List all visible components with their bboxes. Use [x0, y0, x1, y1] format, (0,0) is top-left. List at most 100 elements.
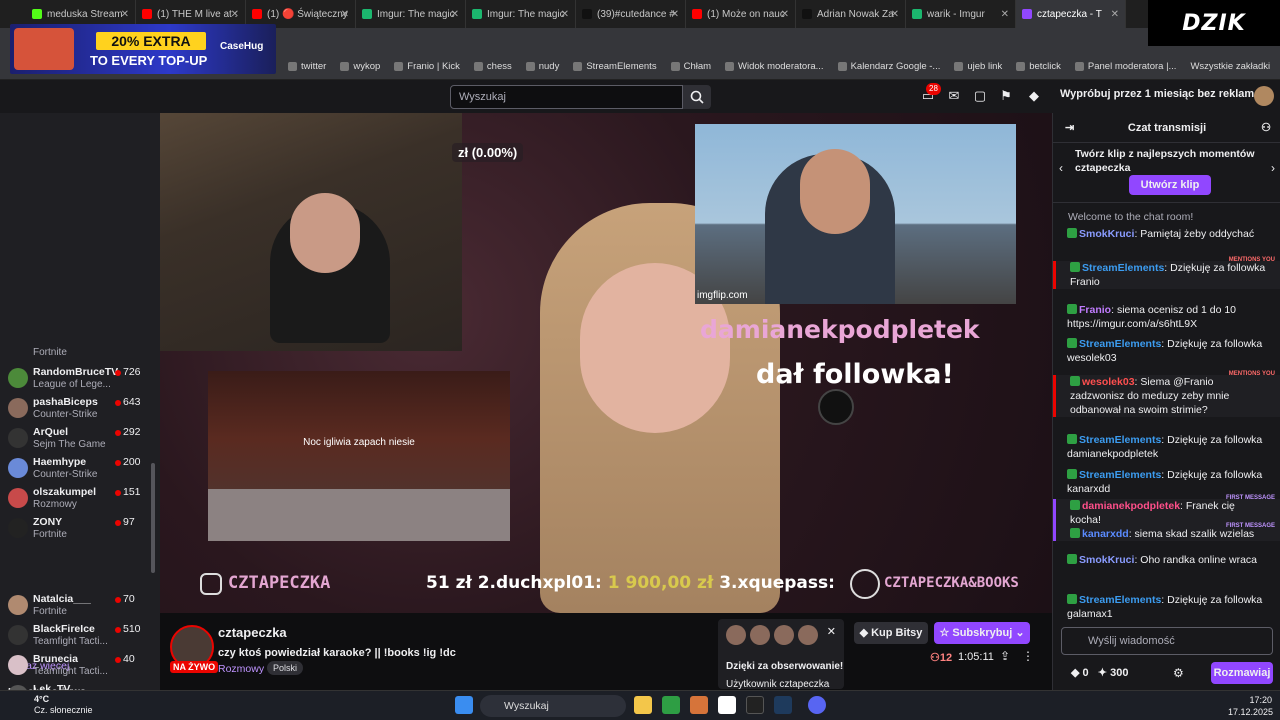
bookmark-item[interactable]: Widok moderatora...	[725, 61, 824, 72]
bookmark-item[interactable]: betclick	[1016, 61, 1061, 72]
sidebar-channel-name: Natalcia___	[33, 593, 91, 605]
chat-username[interactable]: SmokKruci	[1079, 228, 1134, 240]
bookmark-item[interactable]: wykop	[340, 61, 380, 72]
epic-games-icon[interactable]	[746, 696, 764, 714]
taskbar-search[interactable]: Wyszukaj	[480, 695, 626, 717]
browser-tab[interactable]: cztapeczka - T ✕	[1016, 0, 1126, 28]
sidebar-channel[interactable]: ZONY Fortnite 97	[0, 515, 160, 545]
chat-message[interactable]: StreamElements: Dziękuję za followka gal…	[1053, 593, 1280, 621]
system-clock[interactable]: 17:20 17.12.2025	[1228, 694, 1273, 718]
sidebar-channel[interactable]: BlackFireIce Teamfight Tacti... 510	[0, 622, 160, 652]
bookmark-item[interactable]: Franio | Kick	[394, 61, 460, 72]
close-tab-icon[interactable]: ✕	[121, 9, 129, 20]
close-tab-icon[interactable]: ✕	[231, 9, 239, 20]
close-tab-icon[interactable]: ✕	[561, 9, 569, 20]
file-explorer-icon[interactable]	[634, 696, 652, 714]
close-tab-icon[interactable]: ✕	[1001, 9, 1009, 20]
close-tab-icon[interactable]: ✕	[891, 9, 899, 20]
sidebar-channel[interactable]: RandomBruceTV League of Lege... 726	[0, 365, 160, 395]
drops-icon[interactable]: ⚑	[998, 88, 1014, 104]
create-clip-button[interactable]: Utwórz klip	[1129, 175, 1211, 195]
chevron-left-icon[interactable]: ‹	[1059, 161, 1063, 175]
collapse-icon[interactable]: ⇥	[1065, 113, 1074, 143]
share-icon[interactable]: ⇪	[1000, 649, 1010, 663]
all-bookmarks-button[interactable]: Wszystkie zakładki	[1190, 61, 1270, 72]
browser-tab[interactable]: (1) Może on nauc ✕	[686, 0, 796, 28]
crown-icon[interactable]: ◆	[1026, 88, 1042, 104]
casehug-ad-overlay[interactable]: 20% EXTRA TO EVERY TOP-UP CaseHug	[10, 24, 276, 74]
close-tab-icon[interactable]: ✕	[671, 9, 679, 20]
close-tab-icon[interactable]: ✕	[1111, 9, 1119, 20]
chat-username[interactable]: SmokKruci	[1079, 554, 1134, 566]
chat-message[interactable]: SmokKruci: Oho randka online wraca	[1053, 553, 1280, 567]
search-input[interactable]: Wyszukaj	[450, 85, 683, 109]
sidebar-channel[interactable]: Haemhype Counter-Strike 200	[0, 455, 160, 485]
weather-widget[interactable]: 4°C Cz. słonecznie	[6, 694, 93, 716]
browser-tab[interactable]: Adrian Nowak Za ✕	[796, 0, 906, 28]
search-button[interactable]	[683, 85, 711, 109]
chat-send-button[interactable]: Rozmawiaj	[1211, 662, 1273, 684]
chat-message[interactable]: StreamElements: Dziękuję za followka dam…	[1053, 433, 1280, 461]
chat-username[interactable]: damianekpodpletek	[1082, 500, 1180, 512]
sidebar-channel[interactable]: pashaBiceps Counter-Strike 643	[0, 395, 160, 425]
steam-icon[interactable]	[774, 696, 792, 714]
browser-tab[interactable]: warik - Imgur ✕	[906, 0, 1016, 28]
chat-input[interactable]: Wyślij wiadomość	[1061, 627, 1273, 655]
users-icon[interactable]: ⚇	[1261, 113, 1271, 143]
turbo-promo-link[interactable]: Wypróbuj przez 1 miesiąc bez reklam	[1060, 88, 1254, 100]
chat-username[interactable]: StreamElements	[1079, 469, 1161, 481]
sidebar-channel[interactable]: Brunecia Teamfight Tacti... 40	[0, 652, 160, 682]
stream-category-link[interactable]: Rozmowy	[218, 663, 264, 675]
bookmark-item[interactable]: twitter	[288, 61, 326, 72]
chat-username[interactable]: kanarxdd	[1082, 528, 1129, 540]
chat-username[interactable]: Franio	[1079, 304, 1111, 316]
bookmark-item[interactable]: StreamElements	[573, 61, 657, 72]
bookmark-item[interactable]: Panel moderatora |...	[1074, 61, 1176, 72]
close-tab-icon[interactable]: ✕	[781, 9, 789, 20]
chat-username[interactable]: StreamElements	[1079, 434, 1161, 446]
bookmark-item[interactable]: Kalendarz Google -...	[837, 61, 940, 72]
windows-start-icon[interactable]	[455, 696, 473, 714]
chat-bubble-icon[interactable]: ▢	[972, 88, 988, 104]
mail-icon[interactable]: ✉	[946, 88, 962, 104]
discord-icon[interactable]	[808, 696, 826, 714]
webcam-overlay	[160, 113, 462, 351]
chat-username[interactable]: StreamElements	[1079, 338, 1161, 350]
sidebar-channel[interactable]: ArQuel Sejm The Game 292	[0, 425, 160, 455]
chat-message[interactable]: SmokKruci: Pamiętaj żeby oddychać	[1053, 227, 1280, 241]
close-tab-icon[interactable]: ✕	[341, 9, 349, 20]
app-icon[interactable]	[718, 696, 736, 714]
browser-tab[interactable]: (39)#cutedance # ✕	[576, 0, 686, 28]
chat-username[interactable]: StreamElements	[1079, 594, 1161, 606]
user-avatar[interactable]	[1254, 86, 1274, 106]
chat-message[interactable]: MENTIONS YOU wesolek03: Siema @Franio zad…	[1053, 371, 1280, 417]
chevron-right-icon[interactable]: ›	[1271, 161, 1275, 175]
subscribe-button[interactable]: ☆ Subskrybuj ⌄	[934, 622, 1030, 644]
chat-message[interactable]: Franio: siema ocenisz od 1 do 10 https:/…	[1053, 303, 1280, 331]
settings-icon[interactable]: ⚙	[1173, 666, 1184, 680]
sidebar-scrollbar[interactable]	[151, 463, 155, 573]
channel-name[interactable]: cztapeczka	[218, 625, 287, 640]
chat-message[interactable]: StreamElements: Dziękuję za followka wes…	[1053, 337, 1280, 365]
browser-tab[interactable]: Imgur: The magic ✕	[466, 0, 576, 28]
bookmark-item[interactable]: nudy	[525, 61, 559, 72]
chat-message[interactable]: MENTIONS YOU StreamElements: Dziękuję za …	[1053, 257, 1280, 289]
browser-tab[interactable]: Imgur: The magic ✕	[356, 0, 466, 28]
chat-username[interactable]: wesolek03	[1082, 376, 1135, 388]
chrome-icon[interactable]	[662, 696, 680, 714]
video-player[interactable]: zł (0.00%) imgflip.com damianekpodpletek…	[160, 113, 1052, 613]
channel-points[interactable]: ◆ 0 ✦ 300	[1071, 666, 1128, 679]
bookmark-item[interactable]: Chłam	[670, 61, 711, 72]
language-tag[interactable]: Polski	[267, 661, 304, 675]
app-icon[interactable]	[690, 696, 708, 714]
more-options-icon[interactable]: ⋮	[1022, 649, 1034, 663]
buy-bits-button[interactable]: ◆ Kup Bitsy	[854, 622, 928, 644]
chat-message[interactable]: FIRST MESSAGE kanarxdd: siema skad szalik…	[1053, 523, 1280, 541]
sidebar-channel[interactable]: olszakumpel Rozmowy 151	[0, 485, 160, 515]
close-tab-icon[interactable]: ✕	[451, 9, 459, 20]
chat-username[interactable]: StreamElements	[1082, 262, 1164, 274]
sidebar-channel[interactable]: Natalcia___ Fortnite 70	[0, 592, 160, 622]
bookmark-item[interactable]: ujeb link	[954, 61, 1002, 72]
bookmark-item[interactable]: chess	[473, 61, 512, 72]
close-icon[interactable]: ✕	[827, 625, 836, 638]
